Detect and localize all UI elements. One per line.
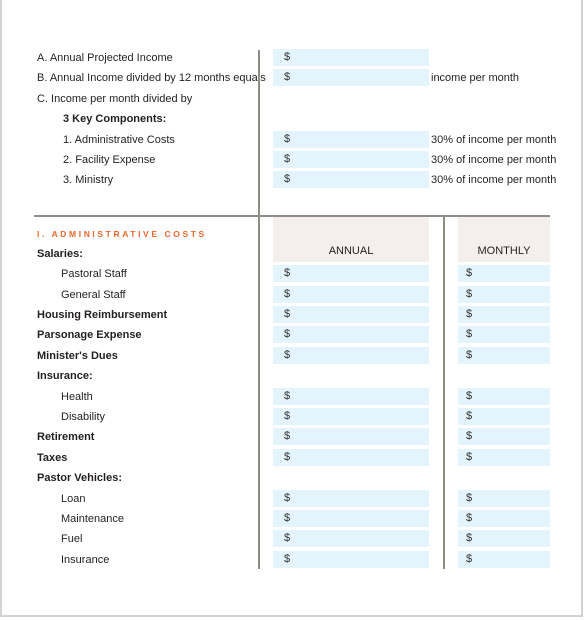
annual-amount-field[interactable]: $	[273, 326, 429, 343]
admin-row-label: Pastoral Staff	[61, 268, 127, 280]
summary-row-label: 1. Administrative Costs	[63, 134, 175, 146]
summary-row-label: C. Income per month divided by	[37, 93, 193, 105]
summary-row-label: 3. Ministry	[63, 174, 114, 186]
annual-amount-field[interactable]: $	[273, 530, 429, 547]
annual-amount-field[interactable]: $	[273, 510, 429, 527]
summary-divider	[258, 50, 260, 217]
monthly-amount-field[interactable]: $	[458, 449, 550, 466]
currency-symbol: $	[466, 512, 473, 524]
summary-row-label: B. Annual Income divided by 12 months eq…	[37, 72, 266, 84]
summary-row-note: 30% of income per month	[431, 174, 557, 186]
currency-symbol: $	[284, 553, 291, 565]
admin-row-label: Parsonage Expense	[37, 329, 142, 341]
monthly-header-label: MONTHLY	[477, 245, 531, 257]
monthly-amount-field[interactable]: $	[458, 428, 550, 445]
admin-row-label: Retirement	[37, 431, 95, 443]
annual-amount-field[interactable]: $	[273, 428, 429, 445]
annual-amount-field[interactable]: $	[273, 306, 429, 323]
summary-amount-field[interactable]: $	[273, 171, 429, 188]
admin-row-label: Disability	[61, 411, 106, 423]
currency-symbol: $	[284, 410, 291, 422]
currency-symbol: $	[466, 553, 473, 565]
currency-symbol: $	[466, 267, 473, 279]
currency-symbol: $	[284, 267, 291, 279]
admin-row-label: Insurance	[61, 554, 110, 566]
monthly-amount-field[interactable]: $	[458, 551, 550, 568]
annual-amount-field[interactable]: $	[273, 265, 429, 282]
summary-amount-field[interactable]: $	[273, 131, 429, 148]
admin-row-label: Housing Reimbursement	[37, 309, 168, 321]
annual-amount-field[interactable]: $	[273, 551, 429, 568]
currency-symbol: $	[466, 532, 473, 544]
currency-symbol: $	[466, 349, 473, 361]
currency-symbol: $	[284, 153, 291, 165]
summary-row-label: 3 Key Components:	[63, 113, 167, 125]
admin-row-label: Health	[61, 391, 93, 403]
annual-amount-field[interactable]: $	[273, 490, 429, 507]
monthly-amount-field[interactable]: $	[458, 510, 550, 527]
summary-amount-field[interactable]: $	[273, 151, 429, 168]
admin-row-label: Loan	[61, 493, 86, 505]
monthly-amount-field[interactable]: $	[458, 530, 550, 547]
annual-column-header: ANNUAL	[273, 217, 429, 262]
admin-row-label: Salaries:	[37, 248, 83, 260]
monthly-amount-field[interactable]: $	[458, 408, 550, 425]
summary-amount-field[interactable]: $	[273, 69, 429, 86]
admin-row-label: Fuel	[61, 533, 83, 545]
currency-symbol: $	[284, 173, 291, 185]
currency-symbol: $	[284, 349, 291, 361]
currency-symbol: $	[466, 492, 473, 504]
summary-amount-field[interactable]: $	[273, 49, 429, 66]
admin-row-label: Taxes	[37, 452, 68, 464]
currency-symbol: $	[284, 492, 291, 504]
currency-symbol: $	[466, 328, 473, 340]
monthly-amount-field[interactable]: $	[458, 326, 550, 343]
annual-amount-field[interactable]: $	[273, 408, 429, 425]
admin-row-label: Maintenance	[61, 513, 124, 525]
currency-symbol: $	[284, 288, 291, 300]
monthly-amount-field[interactable]: $	[458, 388, 550, 405]
currency-symbol: $	[466, 308, 473, 320]
summary-row-label: 2. Facility Expense	[63, 154, 156, 166]
currency-symbol: $	[284, 532, 291, 544]
currency-symbol: $	[466, 390, 473, 402]
currency-symbol: $	[466, 451, 473, 463]
section-title: I. ADMINISTRATIVE COSTS	[37, 229, 207, 239]
admin-row-label: Insurance:	[37, 370, 93, 382]
monthly-amount-field[interactable]: $	[458, 265, 550, 282]
annual-amount-field[interactable]: $	[273, 388, 429, 405]
summary-row-note: 30% of income per month	[431, 154, 557, 166]
currency-symbol: $	[284, 133, 291, 145]
monthly-amount-field[interactable]: $	[458, 490, 550, 507]
admin-divider-left	[258, 217, 260, 569]
annual-header-label: ANNUAL	[328, 245, 374, 257]
admin-row-label: Minister's Dues	[37, 350, 118, 362]
summary-row-label: A. Annual Projected Income	[37, 52, 173, 64]
currency-symbol: $	[284, 451, 291, 463]
currency-symbol: $	[466, 288, 473, 300]
currency-symbol: $	[284, 430, 291, 442]
admin-row-label: General Staff	[61, 289, 126, 301]
annual-amount-field[interactable]: $	[273, 347, 429, 364]
annual-amount-field[interactable]: $	[273, 286, 429, 303]
currency-symbol: $	[284, 71, 291, 83]
admin-divider-right	[443, 217, 445, 569]
currency-symbol: $	[284, 390, 291, 402]
summary-row-note: 30% of income per month	[431, 134, 557, 146]
summary-row-note: income per month	[431, 72, 520, 84]
currency-symbol: $	[466, 410, 473, 422]
currency-symbol: $	[284, 308, 291, 320]
monthly-amount-field[interactable]: $	[458, 306, 550, 323]
monthly-amount-field[interactable]: $	[458, 286, 550, 303]
currency-symbol: $	[466, 430, 473, 442]
currency-symbol: $	[284, 51, 291, 63]
monthly-column-header: MONTHLY	[458, 217, 550, 262]
currency-symbol: $	[284, 328, 291, 340]
monthly-amount-field[interactable]: $	[458, 347, 550, 364]
admin-row-label: Pastor Vehicles:	[37, 472, 122, 484]
annual-amount-field[interactable]: $	[273, 449, 429, 466]
currency-symbol: $	[284, 512, 291, 524]
